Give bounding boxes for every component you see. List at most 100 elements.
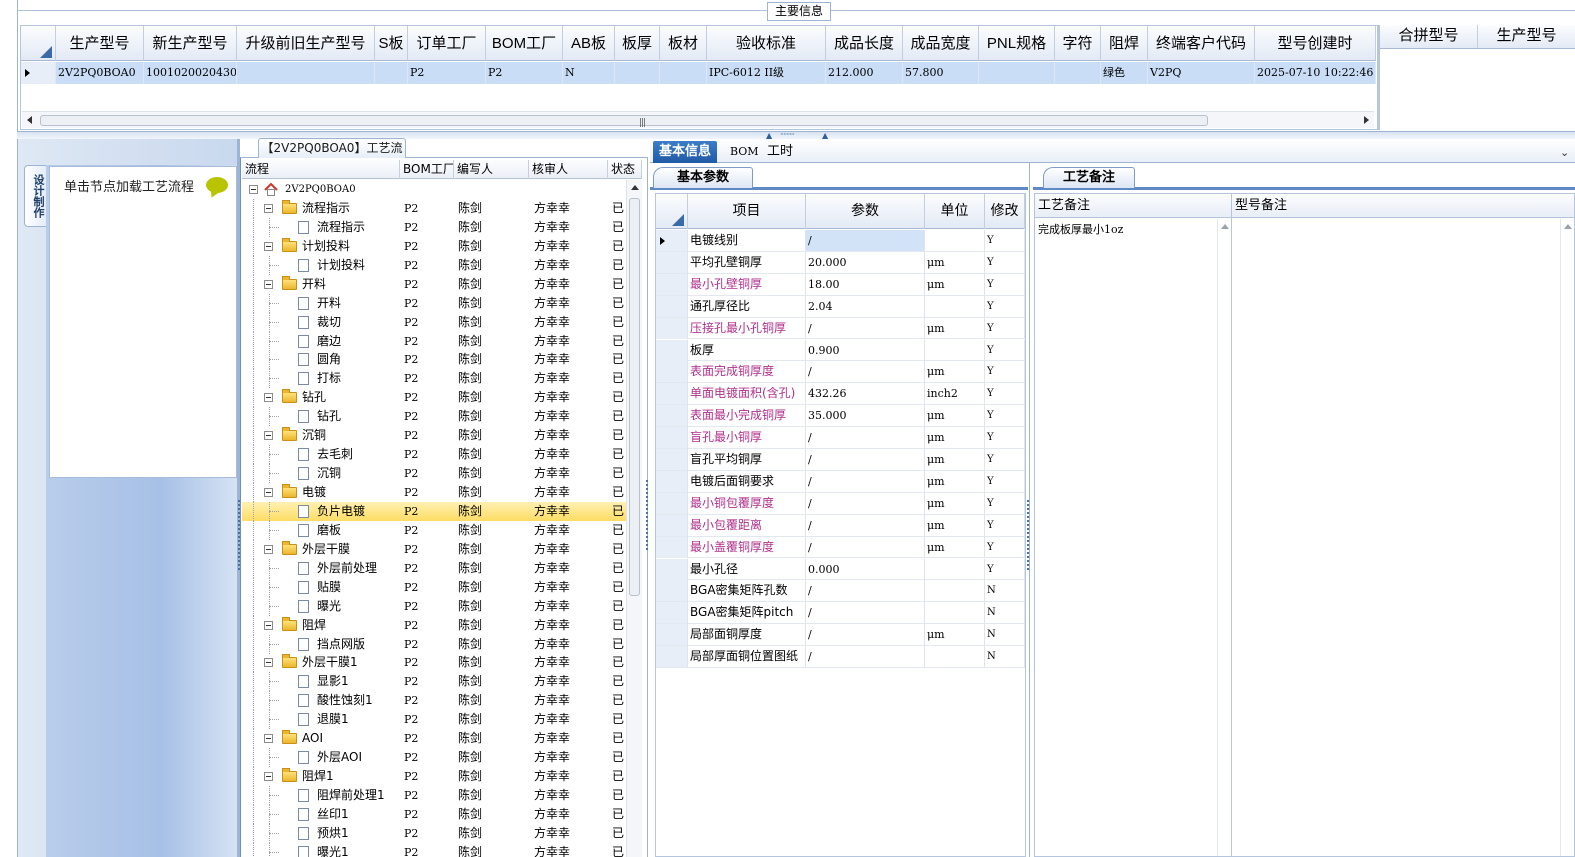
param-row[interactable]: 局部厚面铜位置图纸 / N (656, 646, 1025, 668)
tree-node-name-cell[interactable]: 钻孔 (242, 388, 400, 408)
tree-node[interactable]: 挡点网版 P2 陈剑 方幸幸 已审 (242, 634, 626, 654)
param-row[interactable]: 最小铜包覆厚度 / μm Y (656, 492, 1025, 515)
main-data-cell[interactable]: V2PQ (1148, 62, 1255, 84)
param-row[interactable]: 表面完成铜厚度 / μm Y (656, 361, 1025, 384)
bp-col-param[interactable]: 参数 (806, 194, 925, 229)
row-indicator[interactable] (656, 470, 688, 492)
tree-node-name-cell[interactable]: 去毛刺 (242, 445, 400, 465)
tree-node-name-cell[interactable]: 钻孔 (242, 407, 400, 427)
tree-node-name-cell[interactable]: 计划投料 (242, 236, 400, 256)
row-indicator[interactable] (656, 295, 688, 317)
tree-node-name-cell[interactable]: 退膜1 (242, 710, 400, 730)
main-data-cell[interactable]: P2 (486, 62, 563, 84)
main-col-header[interactable]: 型号创建时 (1255, 26, 1376, 61)
param-value-cell[interactable]: / (806, 580, 925, 602)
main-col-header[interactable]: 升级前旧生产型号 (237, 26, 375, 61)
scroll-up-icon[interactable] (1564, 224, 1572, 229)
grid-corner[interactable] (21, 26, 56, 61)
collapse-icon[interactable] (264, 488, 273, 497)
param-value-cell[interactable]: / (806, 470, 925, 492)
tree-node-name-cell[interactable]: 挡点网版 (242, 634, 400, 654)
tree-node-name-cell[interactable]: 沉铜 (242, 464, 400, 484)
model-note-scrollbar[interactable] (1560, 219, 1574, 856)
model-note-box[interactable]: 型号备注 (1232, 193, 1575, 857)
tree-node[interactable]: 钻孔 P2 陈剑 方幸幸 已审 (242, 407, 626, 427)
tree-vscroll-thumb[interactable] (629, 198, 640, 596)
main-info-data-row[interactable]: 2V2PQ0BOA0 10010200204300 P2 P2 N IPC-6012 II… (21, 62, 1376, 84)
basic-params-grid[interactable]: 项目 参数 单位 修改 电镀线别 / Y 平均孔壁铜厚 20.000 μm Y 最小孔壁铜厚 1… (655, 193, 1026, 857)
main-col-header[interactable]: PNL规格 (979, 26, 1055, 61)
scroll-up-icon[interactable] (1221, 224, 1229, 229)
param-row[interactable]: 局部面铜厚度 / μm N (656, 624, 1025, 647)
param-row[interactable]: BGA密集矩阵pitch / N (656, 602, 1025, 625)
params-splitter-grip[interactable] (1027, 500, 1030, 570)
collapse-icon[interactable] (264, 734, 273, 744)
tree-node-name-cell[interactable]: 2V2PQ0BOA0 (242, 180, 400, 199)
bp-col-item[interactable]: 项目 (688, 194, 806, 229)
param-value-cell[interactable]: 432.26 (806, 383, 925, 405)
main-col-header[interactable]: 验收标准 (707, 26, 826, 61)
tree-node-name-cell[interactable]: 曝光1 (242, 842, 400, 857)
tree-node[interactable]: 预烘1 P2 陈剑 方幸幸 已审 (242, 823, 626, 843)
param-value-cell[interactable]: / (806, 361, 925, 383)
tree-node[interactable]: 去毛刺 P2 陈剑 方幸幸 已审 (242, 445, 626, 465)
scroll-right-icon[interactable] (1364, 116, 1369, 124)
process-note-text[interactable]: 完成板厚最小1oz (1038, 221, 1123, 237)
param-row[interactable]: 板厚 0.900 Y (656, 339, 1025, 362)
tree-node-name-cell[interactable]: 阻焊 (242, 615, 400, 635)
param-row[interactable]: 最小盖覆铜厚度 / μm Y (656, 536, 1025, 559)
param-value-cell[interactable]: 2.04 (806, 295, 925, 317)
main-data-cell[interactable]: 2025-07-10 10:22:46 (1255, 62, 1376, 84)
tree-col-header[interactable]: BOM工厂 (400, 160, 454, 179)
row-indicator[interactable] (656, 646, 688, 668)
tree-node-name-cell[interactable]: 酸性蚀刻1 (242, 691, 400, 711)
row-indicator[interactable] (656, 580, 688, 602)
collapse-icon[interactable] (264, 241, 273, 251)
tree-root-node[interactable]: 2V2PQ0BOA0 (242, 180, 626, 199)
main-data-cell[interactable]: 10010200204300 (144, 62, 237, 84)
load-hint-box[interactable]: 单击节点加载工艺流程 (49, 166, 237, 478)
row-indicator[interactable] (656, 361, 688, 383)
merge-model-grid[interactable]: 合拼型号 生产型号 (1379, 25, 1575, 130)
param-value-cell[interactable]: / (806, 536, 925, 558)
row-indicator[interactable] (656, 536, 688, 558)
tree-node[interactable]: 流程指示 P2 陈剑 方幸幸 已审 (242, 217, 626, 237)
param-value-cell[interactable]: 20.000 (806, 251, 925, 273)
row-indicator[interactable] (656, 624, 688, 646)
tree-node[interactable]: 圆角 P2 陈剑 方幸幸 已审 (242, 350, 626, 370)
tree-node-name-cell[interactable]: 曝光 (242, 596, 400, 616)
main-col-header[interactable]: 阻焊 (1101, 26, 1148, 61)
tree-col-header[interactable]: 状态 (608, 160, 642, 179)
tree-node[interactable]: 负片电镀 P2 陈剑 方幸幸 已审 (242, 501, 626, 521)
row-indicator[interactable] (656, 405, 688, 427)
param-row[interactable]: 表面最小完成铜厚 35.000 μm Y (656, 405, 1025, 428)
note-scrollbar[interactable] (1217, 219, 1231, 856)
param-row[interactable]: 盲孔平均铜厚 / μm Y (656, 449, 1025, 471)
collapse-icon[interactable] (249, 185, 258, 194)
param-value-cell[interactable]: / (806, 427, 925, 449)
main-col-header[interactable]: S板 (375, 26, 408, 61)
main-col-header[interactable]: 成品长度 (826, 26, 903, 61)
tree-node[interactable]: 曝光1 P2 陈剑 方幸幸 已审 (242, 842, 626, 857)
tree-node[interactable]: 外层前处理 P2 陈剑 方幸幸 已审 (242, 558, 626, 578)
design-tab[interactable]: 设计制作 (24, 165, 46, 227)
bp-grid-corner[interactable] (656, 194, 688, 229)
tree-node-name-cell[interactable]: 流程指示 (242, 198, 400, 218)
process-note-box[interactable]: 工艺备注 完成板厚最小1oz (1034, 193, 1232, 857)
tree-node-name-cell[interactable]: 阻焊1 (242, 767, 400, 787)
main-data-cell[interactable] (1055, 62, 1101, 84)
merge-col-header[interactable]: 合拼型号 (1380, 25, 1478, 48)
param-row[interactable]: 最小包覆距离 / μm Y (656, 514, 1025, 537)
tree-node-name-cell[interactable]: 磨板 (242, 520, 400, 540)
tree-node-name-cell[interactable]: 磨边 (242, 331, 400, 351)
main-data-cell[interactable]: 2V2PQ0BOA0 (56, 62, 144, 84)
tree-node-name-cell[interactable]: 外层前处理 (242, 558, 400, 578)
main-col-header[interactable]: 订单工厂 (408, 26, 486, 61)
tree-node-name-cell[interactable]: 沉铜 (242, 426, 400, 446)
tree-node-name-cell[interactable]: 圆角 (242, 350, 400, 370)
chevron-down-icon[interactable]: ⌄ (1560, 146, 1569, 159)
row-indicator[interactable] (656, 273, 688, 295)
tree-node[interactable]: 外层AOI P2 陈剑 方幸幸 已审 (242, 748, 626, 768)
param-row[interactable]: 电镀线别 / Y (656, 230, 1025, 252)
collapse-icon[interactable] (264, 544, 273, 554)
